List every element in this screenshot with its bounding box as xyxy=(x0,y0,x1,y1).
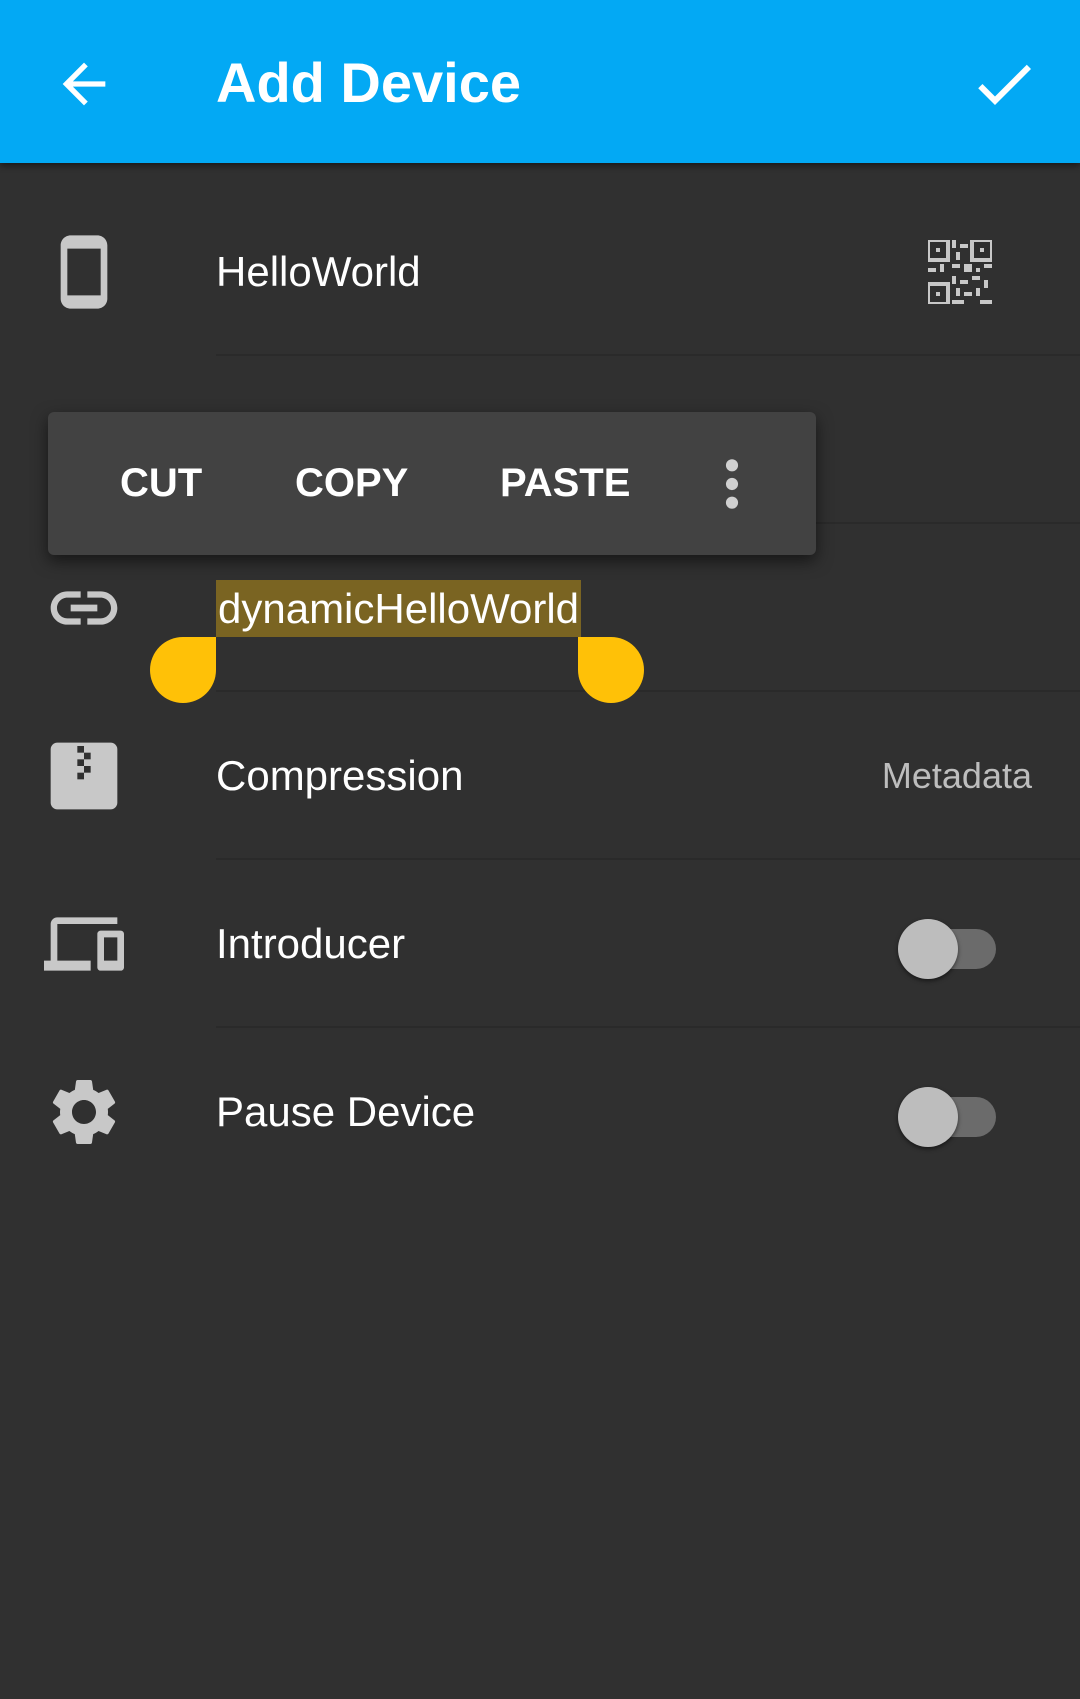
compression-label: Compression xyxy=(216,752,464,799)
pause-device-switch[interactable] xyxy=(898,1087,998,1147)
pause-device-row[interactable]: Pause Device xyxy=(0,1028,1080,1196)
cut-button[interactable]: CUT xyxy=(120,412,202,555)
link-icon xyxy=(50,591,118,625)
introducer-label: Introducer xyxy=(216,920,406,967)
page-title: Add Device xyxy=(216,51,521,114)
more-vert-icon[interactable] xyxy=(704,456,760,512)
paste-button[interactable]: PASTE xyxy=(500,412,630,555)
qr-code-icon[interactable] xyxy=(928,240,992,304)
compression-row[interactable]: Compression Metadata xyxy=(0,692,1080,860)
devices-icon xyxy=(44,917,124,971)
introducer-switch[interactable] xyxy=(898,919,998,979)
switch-thumb xyxy=(898,1087,958,1147)
text-selection-menu: CUT COPY PASTE xyxy=(48,412,816,555)
device-id-row[interactable]: HelloWorld xyxy=(0,188,1080,356)
device-id-field[interactable]: HelloWorld xyxy=(216,188,421,356)
gear-icon xyxy=(52,1080,116,1144)
address-field-selected-text[interactable]: dynamicHelloWorld xyxy=(216,580,582,637)
app-bar: Add Device xyxy=(0,0,1080,163)
switch-thumb xyxy=(898,919,958,979)
pause-device-label: Pause Device xyxy=(216,1088,476,1135)
phone-icon xyxy=(60,235,108,309)
introducer-row[interactable]: Introducer xyxy=(0,860,1080,1028)
copy-button[interactable]: COPY xyxy=(295,412,408,555)
check-icon[interactable] xyxy=(968,48,1040,120)
zip-icon xyxy=(50,742,118,810)
compression-value: Metadata xyxy=(881,755,1032,796)
arrow-back-icon[interactable] xyxy=(52,52,116,116)
